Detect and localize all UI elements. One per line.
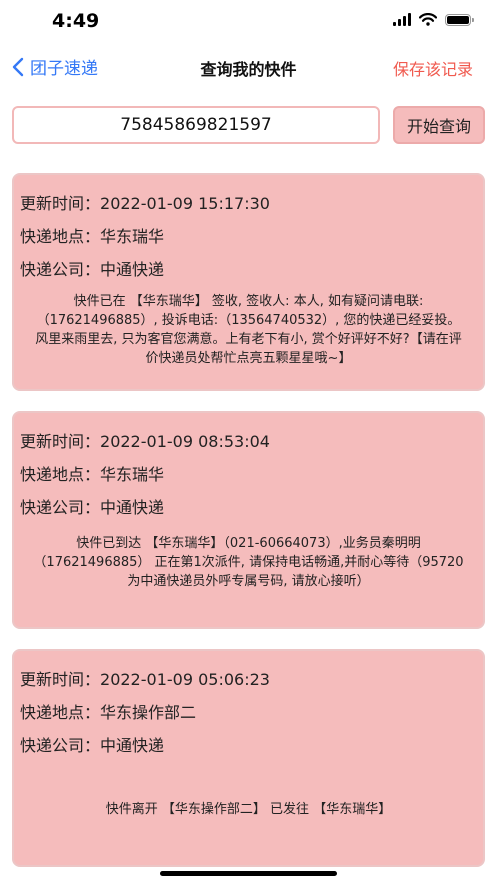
location-value: 华东瑞华: [100, 227, 165, 246]
update-time-label: 更新时间：: [20, 194, 101, 213]
location-label: 快递地点：: [20, 227, 101, 246]
status-icons: [393, 13, 474, 26]
record-update-time: 更新时间：2022-01-09 08:53:04: [20, 425, 477, 458]
status-bar: 4:49: [0, 0, 497, 46]
tracking-number-input[interactable]: [12, 106, 380, 144]
record-company: 快递公司：中通快递: [20, 729, 477, 762]
record-company: 快递公司：中通快递: [20, 491, 477, 524]
company-value: 中通快递: [100, 498, 165, 517]
save-record-button[interactable]: 保存该记录: [393, 56, 473, 80]
home-indicator: [160, 871, 337, 876]
record-detail: 快件已在 【华东瑞华】 签收, 签收人: 本人, 如有疑问请电联:（176214…: [35, 294, 462, 366]
location-label: 快递地点：: [20, 465, 101, 484]
status-time: 4:49: [52, 10, 100, 32]
record-detail: 快件已到达 【华东瑞华】（021-60664073）,业务员秦明明（176214…: [33, 536, 464, 589]
record-card: 更新时间：2022-01-09 05:06:23 快递地点：华东操作部二 快递公…: [12, 649, 485, 867]
start-query-button[interactable]: 开始查询: [393, 106, 485, 144]
search-row: 开始查询: [12, 106, 485, 144]
location-label: 快递地点：: [20, 703, 101, 722]
record-location: 快递地点：华东瑞华: [20, 458, 477, 491]
record-update-time: 更新时间：2022-01-09 15:17:30: [20, 187, 477, 220]
signal-icon: [393, 13, 411, 26]
update-time-label: 更新时间：: [20, 432, 101, 451]
record-update-time: 更新时间：2022-01-09 05:06:23: [20, 663, 477, 696]
company-label: 快递公司：: [20, 736, 101, 755]
update-time-label: 更新时间：: [20, 670, 101, 689]
company-label: 快递公司：: [20, 260, 101, 279]
record-card: 更新时间：2022-01-09 15:17:30 快递地点：华东瑞华 快递公司：…: [12, 173, 485, 391]
navigation-bar: 团子速递 查询我的快件 保存该记录: [0, 46, 497, 90]
wifi-icon: [419, 13, 437, 26]
update-time-value: 2022-01-09 15:17:30: [100, 194, 270, 213]
record-company: 快递公司：中通快递: [20, 253, 477, 286]
company-value: 中通快递: [100, 260, 165, 279]
back-button[interactable]: 团子速递: [12, 54, 98, 79]
record-card: 更新时间：2022-01-09 08:53:04 快递地点：华东瑞华 快递公司：…: [12, 411, 485, 629]
battery-icon: [445, 13, 474, 26]
record-detail: 快件离开 【华东操作部二】 已发往 【华东瑞华】: [105, 802, 392, 817]
record-list: 更新时间：2022-01-09 15:17:30 快递地点：华东瑞华 快递公司：…: [12, 173, 485, 887]
company-label: 快递公司：: [20, 498, 101, 517]
update-time-value: 2022-01-09 05:06:23: [100, 670, 270, 689]
company-value: 中通快递: [100, 736, 165, 755]
record-location: 快递地点：华东瑞华: [20, 220, 477, 253]
location-value: 华东操作部二: [100, 703, 197, 722]
back-label: 团子速递: [30, 59, 98, 79]
location-value: 华东瑞华: [100, 465, 165, 484]
update-time-value: 2022-01-09 08:53:04: [100, 432, 270, 451]
chevron-left-icon: [12, 57, 24, 76]
record-location: 快递地点：华东操作部二: [20, 696, 477, 729]
